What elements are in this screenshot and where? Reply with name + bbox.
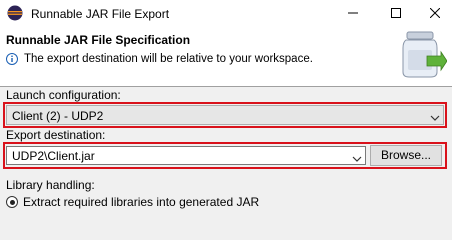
library-handling-label: Library handling: bbox=[6, 178, 95, 192]
maximize-icon bbox=[390, 7, 401, 21]
header-message: The export destination will be relative … bbox=[6, 53, 313, 65]
wizard-header: Runnable JAR File Specification The expo… bbox=[0, 28, 452, 86]
export-destination-label: Export destination: bbox=[6, 128, 106, 142]
info-icon bbox=[6, 53, 18, 65]
eclipse-icon bbox=[7, 5, 23, 21]
minimize-icon bbox=[347, 7, 358, 21]
header-separator bbox=[0, 86, 452, 87]
title-bar: Runnable JAR File Export bbox=[0, 0, 452, 28]
extract-libraries-label: Extract required libraries into generate… bbox=[23, 195, 260, 209]
extract-libraries-option[interactable]: Extract required libraries into generate… bbox=[6, 195, 259, 209]
export-destination-highlight bbox=[3, 142, 447, 169]
header-message-text: The export destination will be relative … bbox=[24, 53, 313, 65]
jar-export-wizard-icon bbox=[397, 28, 448, 80]
close-button[interactable] bbox=[417, 0, 452, 28]
minimize-button[interactable] bbox=[335, 0, 370, 28]
page-title: Runnable JAR File Specification bbox=[6, 33, 191, 47]
close-icon bbox=[429, 7, 440, 21]
maximize-button[interactable] bbox=[378, 0, 413, 28]
launch-configuration-highlight bbox=[3, 102, 447, 128]
window-title: Runnable JAR File Export bbox=[31, 7, 170, 21]
extract-libraries-radio[interactable] bbox=[6, 196, 18, 208]
launch-configuration-label: Launch configuration: bbox=[6, 88, 121, 102]
